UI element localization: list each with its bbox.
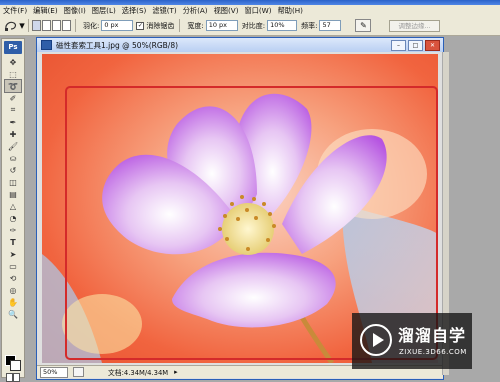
status-options-icon[interactable]	[73, 367, 84, 377]
type-tool-icon[interactable]: T	[2, 236, 24, 248]
refine-edge-button[interactable]: 调整边缘...	[389, 19, 440, 32]
background-color-swatch[interactable]	[10, 360, 21, 371]
divider	[28, 19, 29, 32]
intersect-selection-mode-button[interactable]	[62, 20, 71, 31]
divider	[75, 19, 76, 32]
quick-mask-toggle[interactable]	[6, 373, 20, 382]
status-menu-arrow-icon[interactable]: ▸	[174, 368, 178, 376]
close-button[interactable]: ✕	[425, 40, 440, 51]
hand-tool-icon[interactable]: ✋	[2, 296, 24, 308]
path-selection-tool-icon[interactable]: ➤	[2, 248, 24, 260]
menu-view[interactable]: 视图(V)	[211, 5, 242, 16]
menu-edit[interactable]: 编辑(E)	[30, 5, 61, 16]
ps-logo: Ps	[4, 41, 22, 54]
antialias-label: 消除锯齿	[146, 21, 175, 30]
document-size-info: 文档:4.34M/4.34M	[108, 369, 169, 377]
eyedropper-tool-icon[interactable]: ✒	[2, 116, 24, 128]
dodge-tool-icon[interactable]: ◔	[2, 212, 24, 224]
new-selection-mode-button[interactable]	[32, 20, 41, 31]
width-input[interactable]: 10 px	[205, 20, 238, 31]
lasso-tool-icon[interactable]: ➰	[4, 79, 22, 93]
tool-preset-dropdown-icon[interactable]: ▾	[19, 19, 25, 33]
tablet-pressure-icon[interactable]: ✎	[355, 19, 372, 32]
menu-layer[interactable]: 图层(L)	[89, 5, 119, 16]
menu-select[interactable]: 选择(S)	[119, 5, 150, 16]
frequency-label: 频率:	[301, 21, 318, 30]
menu-analysis[interactable]: 分析(A)	[180, 5, 211, 16]
quick-selection-tool-icon[interactable]: ✐	[2, 92, 24, 104]
3d-rotate-tool-icon[interactable]: ⟲	[2, 272, 24, 284]
watermark-url: ZIXUE.3D66.COM	[399, 348, 467, 356]
zoom-level-field[interactable]: 50%	[40, 366, 68, 378]
feather-label: 羽化:	[83, 21, 100, 30]
width-label: 宽度:	[187, 21, 204, 30]
divider	[179, 19, 181, 32]
menu-file[interactable]: 文件(F)	[0, 5, 30, 16]
toolbox: Ps ✥ ⬚ ➰ ✐ ⌗ ✒ ✚ 🖌 ⛀ ↺ ◫ ▤ △ ◔ ✑ T ➤ ▭ ⟲…	[1, 38, 25, 382]
clone-stamp-tool-icon[interactable]: ⛀	[2, 152, 24, 164]
play-logo-icon	[360, 324, 392, 356]
document-title-bar[interactable]: 磁性套索工具1.jpg @ 50%(RGB/8) – □ ✕	[37, 38, 443, 52]
pen-tool-icon[interactable]: ✑	[2, 224, 24, 236]
options-bar: ▾ 羽化: 0 px ✓ 消除锯齿 宽度: 10 px 对比度: 10% 频率:…	[0, 16, 500, 36]
subtract-selection-mode-button[interactable]	[52, 20, 61, 31]
contrast-input[interactable]: 10%	[267, 20, 298, 31]
gradient-tool-icon[interactable]: ▤	[2, 188, 24, 200]
antialias-checkbox[interactable]: ✓	[136, 21, 145, 30]
magnetic-lasso-icon[interactable]	[3, 19, 19, 33]
contrast-label: 对比度:	[241, 21, 266, 30]
crop-tool-icon[interactable]: ⌗	[2, 104, 24, 116]
menu-window[interactable]: 窗口(W)	[242, 5, 275, 16]
frequency-input[interactable]: 57	[319, 20, 342, 31]
menu-filter[interactable]: 滤镜(T)	[149, 5, 179, 16]
blur-tool-icon[interactable]: △	[2, 200, 24, 212]
menu-help[interactable]: 帮助(H)	[275, 5, 306, 16]
move-tool-icon[interactable]: ✥	[2, 56, 24, 68]
brush-tool-icon[interactable]: 🖌	[2, 140, 24, 152]
3d-orbit-tool-icon[interactable]: ◎	[2, 284, 24, 296]
ps-document-icon	[41, 40, 52, 50]
zoom-tool-icon[interactable]: 🔍	[2, 308, 24, 320]
window-controls: – □ ✕	[389, 40, 440, 51]
maximize-button[interactable]: □	[408, 40, 423, 51]
eraser-tool-icon[interactable]: ◫	[2, 176, 24, 188]
feather-input[interactable]: 0 px	[101, 20, 134, 31]
watermark: 溜溜自学 ZIXUE.3D66.COM	[352, 313, 472, 369]
add-selection-mode-button[interactable]	[42, 20, 51, 31]
menu-image[interactable]: 图像(I)	[61, 5, 89, 16]
shape-tool-icon[interactable]: ▭	[2, 260, 24, 272]
document-title: 磁性套索工具1.jpg @ 50%(RGB/8)	[56, 40, 179, 50]
history-brush-tool-icon[interactable]: ↺	[2, 164, 24, 176]
marquee-tool-icon[interactable]: ⬚	[2, 68, 24, 80]
watermark-name: 溜溜自学	[398, 326, 467, 345]
minimize-button[interactable]: –	[391, 40, 406, 51]
healing-brush-tool-icon[interactable]: ✚	[2, 128, 24, 140]
